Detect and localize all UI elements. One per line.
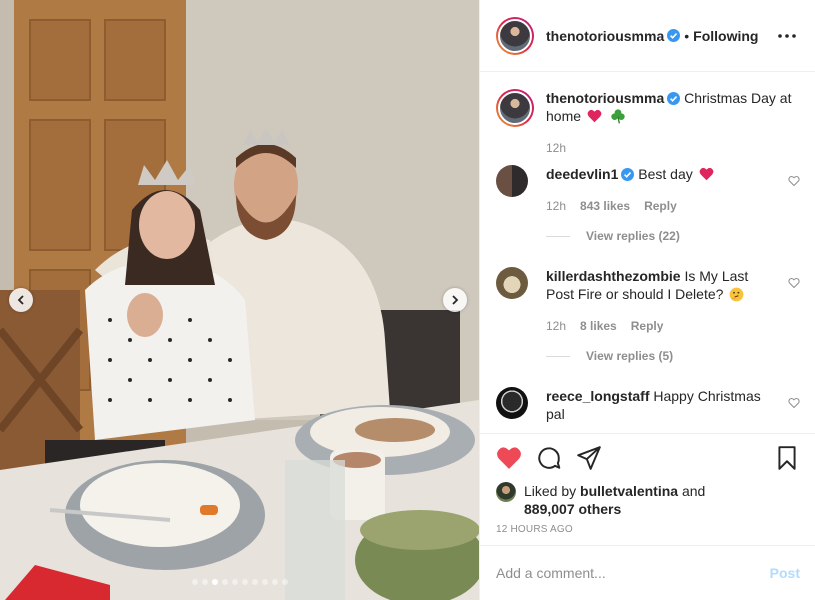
separator-dot: •: [684, 27, 690, 44]
comments-list[interactable]: thenotoriousmma Christmas Day at home 12…: [480, 73, 815, 433]
carousel-dot: [201, 579, 208, 585]
comment-item: killerdashthezombie Is My Last Post Fire…: [496, 267, 800, 365]
comment-username[interactable]: reece_longstaff: [546, 388, 649, 404]
likes-summary: Liked by bulletvalentina and 889,007 oth…: [496, 482, 800, 518]
chevron-left-icon: [17, 295, 24, 305]
liked-by-prefix: Liked by: [524, 483, 577, 499]
author-username[interactable]: thenotoriousmma: [546, 28, 664, 44]
shamrock-icon: [611, 109, 625, 124]
comment-item: reece_longstaff Happy Christmas pal: [496, 387, 800, 423]
like-comment-heart-icon[interactable]: [788, 175, 800, 187]
carousel-dot: [191, 579, 198, 585]
liked-heart-icon[interactable]: [496, 445, 522, 471]
post-actions: Liked by bulletvalentina and 889,007 oth…: [480, 433, 815, 535]
caption-avatar[interactable]: [496, 89, 534, 127]
post-timestamp[interactable]: 12 HOURS AGO: [496, 524, 800, 535]
post-side-panel: thenotoriousmma • Following thenotorious…: [479, 0, 815, 600]
carousel-dot: [211, 579, 218, 585]
liker-avatar[interactable]: [496, 482, 516, 502]
previous-photo-button[interactable]: [9, 288, 33, 312]
reply-button[interactable]: Reply: [644, 197, 677, 215]
comment-username[interactable]: deedevlin1: [546, 166, 618, 182]
verified-badge-icon: [621, 168, 635, 181]
liked-by-user[interactable]: bulletvalentina: [580, 483, 678, 499]
view-replies-button[interactable]: View replies (22): [546, 227, 774, 245]
chevron-right-icon: [452, 295, 459, 305]
add-comment-bar: Post: [480, 545, 815, 600]
liked-by-and: and: [681, 483, 706, 499]
view-replies-label: View replies (22): [586, 229, 680, 243]
carousel-dot: [261, 579, 268, 585]
author-avatar[interactable]: [496, 16, 534, 55]
commenter-avatar[interactable]: [496, 165, 528, 197]
reply-button[interactable]: Reply: [631, 317, 664, 335]
carousel-dot: [271, 579, 278, 585]
commenter-avatar[interactable]: [496, 267, 528, 299]
post-photo[interactable]: [0, 0, 479, 600]
comment-input[interactable]: [496, 565, 770, 581]
comment-item: deedevlin1 Best day 12h 843 likes Reply …: [496, 165, 800, 245]
carousel-dot: [231, 579, 238, 585]
post-comment-button[interactable]: Post: [770, 565, 800, 581]
like-comment-heart-icon[interactable]: [788, 277, 800, 289]
red-heart-icon: [587, 109, 602, 123]
following-button[interactable]: Following: [693, 28, 758, 44]
post-header: thenotoriousmma • Following: [480, 0, 815, 72]
next-photo-button[interactable]: [443, 288, 467, 312]
view-replies-label: View replies (5): [586, 349, 674, 363]
caption-username[interactable]: thenotoriousmma: [546, 90, 664, 106]
carousel-dot: [241, 579, 248, 585]
comment-bubble-icon[interactable]: [536, 445, 562, 471]
verified-badge-icon: [667, 92, 681, 105]
share-paper-plane-icon[interactable]: [576, 445, 602, 471]
caption: thenotoriousmma Christmas Day at home 12…: [496, 89, 800, 157]
carousel-dot: [251, 579, 258, 585]
verified-badge-icon: [667, 29, 681, 42]
carousel-dot: [221, 579, 228, 585]
red-heart-icon: [699, 167, 714, 181]
thinking-face-icon: [729, 287, 744, 302]
comment-likes[interactable]: 8 likes: [580, 317, 617, 335]
more-options-button[interactable]: [775, 24, 799, 48]
commenter-avatar[interactable]: [496, 387, 528, 419]
comment-time[interactable]: 12h: [546, 197, 566, 215]
comment-username[interactable]: killerdashthezombie: [546, 268, 681, 284]
liked-by-others-link[interactable]: 889,007 others: [524, 501, 621, 517]
save-bookmark-icon[interactable]: [774, 445, 800, 471]
carousel-indicator: [0, 579, 479, 585]
view-replies-button[interactable]: View replies (5): [546, 347, 774, 365]
photo-image: [0, 0, 479, 600]
like-comment-heart-icon[interactable]: [788, 397, 800, 409]
caption-time[interactable]: 12h: [546, 139, 566, 157]
comment-text: Best day: [638, 166, 693, 182]
comment-likes[interactable]: 843 likes: [580, 197, 630, 215]
carousel-dot: [281, 579, 288, 585]
more-horizontal-icon: [778, 33, 796, 38]
comment-time[interactable]: 12h: [546, 317, 566, 335]
